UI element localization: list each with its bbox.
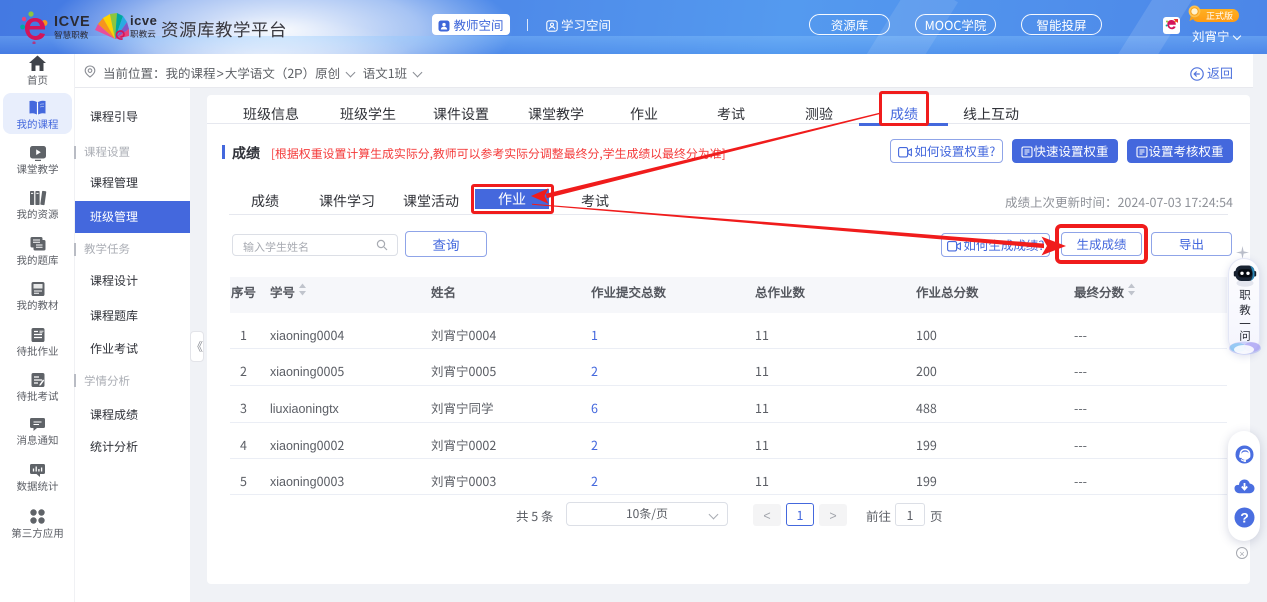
svg-text:?: ? (1240, 510, 1249, 526)
